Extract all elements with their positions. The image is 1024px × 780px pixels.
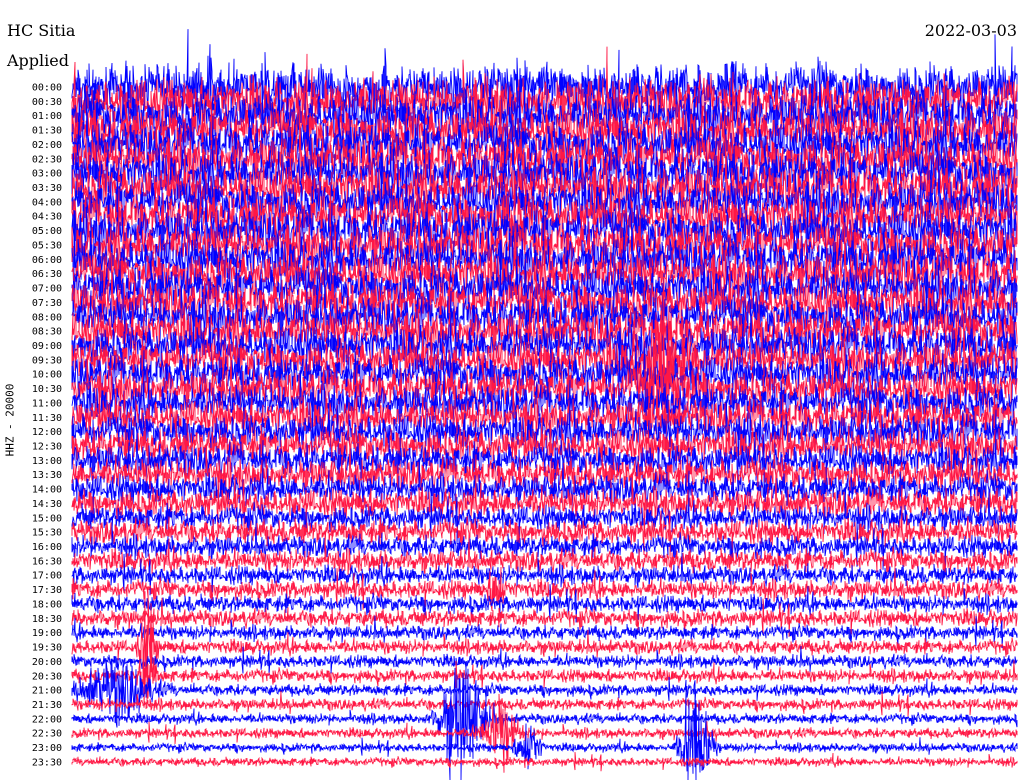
trace-row-2330 xyxy=(71,752,1018,772)
tick-label-0430: 04:30 xyxy=(32,212,62,223)
tick-label-1030: 10:30 xyxy=(32,384,62,395)
tick-label-1000: 10:00 xyxy=(32,370,62,381)
helicorder-plot: 00:00 00:30 01:00 01:30 02:00 02:30 03:00 03:30… xyxy=(32,29,1018,780)
tick-label-1500: 15:00 xyxy=(32,513,62,524)
tick-label-0500: 05:00 xyxy=(32,226,62,237)
tick-label-2030: 20:30 xyxy=(32,671,62,682)
tick-label-2130: 21:30 xyxy=(32,700,62,711)
tick-label-1830: 18:30 xyxy=(32,614,62,625)
tick-label-1430: 14:30 xyxy=(32,499,62,510)
tick-label-0630: 06:30 xyxy=(32,269,62,280)
tick-label-2230: 22:30 xyxy=(32,729,62,740)
tick-label-0730: 07:30 xyxy=(32,298,62,309)
tick-label-1330: 13:30 xyxy=(32,470,62,481)
tick-label-0330: 03:30 xyxy=(32,183,62,194)
tick-label-0200: 02:00 xyxy=(32,140,62,151)
tick-label-0700: 07:00 xyxy=(32,284,62,295)
tick-label-0130: 01:30 xyxy=(32,126,62,137)
tick-label-1730: 17:30 xyxy=(32,585,62,596)
tick-label-1300: 13:00 xyxy=(32,456,62,467)
tick-label-2000: 20:00 xyxy=(32,657,62,668)
tick-label-0800: 08:00 xyxy=(32,312,62,323)
tick-label-0930: 09:30 xyxy=(32,355,62,366)
seismic-traces xyxy=(71,29,1018,780)
tick-label-0900: 09:00 xyxy=(32,341,62,352)
tick-label-0300: 03:00 xyxy=(32,169,62,180)
tick-label-1130: 11:30 xyxy=(32,413,62,424)
tick-label-1700: 17:00 xyxy=(32,571,62,582)
tick-label-0600: 06:00 xyxy=(32,255,62,266)
tick-label-1100: 11:00 xyxy=(32,398,62,409)
tick-label-2330: 23:30 xyxy=(32,757,62,768)
tick-label-0030: 00:30 xyxy=(32,97,62,108)
tick-label-0830: 08:30 xyxy=(32,327,62,338)
tick-label-1530: 15:30 xyxy=(32,528,62,539)
tick-label-0230: 02:30 xyxy=(32,154,62,165)
tick-label-2100: 21:00 xyxy=(32,686,62,697)
tick-label-1630: 16:30 xyxy=(32,556,62,567)
tick-label-1400: 14:00 xyxy=(32,485,62,496)
time-tick-labels: 00:00 00:30 01:00 01:30 02:00 02:30 03:00 03:30… xyxy=(32,83,62,769)
tick-label-2300: 23:00 xyxy=(32,743,62,754)
tick-label-1600: 16:00 xyxy=(32,542,62,553)
tick-label-0400: 04:00 xyxy=(32,197,62,208)
tick-label-0100: 01:00 xyxy=(32,111,62,122)
tick-label-1900: 19:00 xyxy=(32,628,62,639)
tick-label-1200: 12:00 xyxy=(32,427,62,438)
tick-label-1230: 12:30 xyxy=(32,442,62,453)
tick-label-1930: 19:30 xyxy=(32,643,62,654)
tick-label-0000: 00:00 xyxy=(32,83,62,94)
tick-label-0530: 05:30 xyxy=(32,240,62,251)
tick-label-1800: 18:00 xyxy=(32,599,62,610)
tick-label-2200: 22:00 xyxy=(32,714,62,725)
